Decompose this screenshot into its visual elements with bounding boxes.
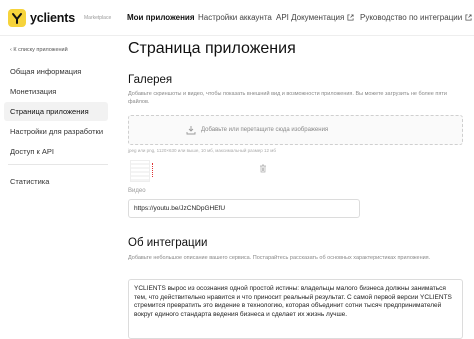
about-description: Добавьте небольшое описание вашего серви… xyxy=(128,255,431,261)
back-to-apps-link[interactable]: ‹ К списку приложений xyxy=(10,47,68,53)
sidebar-item-api-access[interactable]: Доступ к API xyxy=(4,142,108,161)
about-heading: Об интеграции xyxy=(128,237,208,249)
sidebar-item-dev-settings[interactable]: Настройки для разработки xyxy=(4,122,108,141)
external-link-icon xyxy=(347,14,354,21)
brand-name: yclients xyxy=(30,11,75,25)
gallery-description: Добавьте скриншоты и видео, чтобы показа… xyxy=(128,91,447,105)
thumbnail-marker xyxy=(152,163,158,177)
trash-icon[interactable] xyxy=(259,164,267,173)
gallery-heading: Галерея xyxy=(128,74,173,86)
sidebar-item-monetization[interactable]: Монетизация xyxy=(4,82,108,101)
gallery-thumbnail[interactable] xyxy=(130,160,150,182)
upload-hint: jpeg или png, 1120×630 или выше, 10 мб, … xyxy=(128,148,276,153)
top-bar: yclients Marketplace Мои приложения Наст… xyxy=(0,0,474,36)
yclients-logo[interactable] xyxy=(8,9,26,27)
upload-icon xyxy=(186,126,196,135)
sidebar: ‹ К списку приложений Общая информация М… xyxy=(0,36,113,339)
sidebar-item-statistics[interactable]: Статистика xyxy=(4,172,108,191)
image-dropzone[interactable]: Добавьте или перетащите сюда изображения xyxy=(128,115,463,145)
nav-integration-guide[interactable]: Руководство по интеграции xyxy=(360,13,472,22)
about-textarea[interactable]: YCLIENTS вырос из осознания одной просто… xyxy=(128,279,463,339)
nav-my-apps[interactable]: Мои приложения xyxy=(127,13,195,22)
page-title: Страница приложения xyxy=(128,40,296,57)
chevron-left-icon: ‹ xyxy=(10,47,12,53)
logo-mark-icon xyxy=(12,13,22,24)
external-link-icon xyxy=(465,14,472,21)
sidebar-divider xyxy=(8,164,108,165)
sidebar-item-app-page[interactable]: Страница приложения xyxy=(4,102,108,121)
nav-api-docs[interactable]: API Документация xyxy=(276,13,354,22)
sidebar-item-general-info[interactable]: Общая информация xyxy=(4,62,108,81)
main-content: Страница приложения Галерея Добавьте скр… xyxy=(113,36,474,339)
nav-account-settings[interactable]: Настройки аккаунта xyxy=(198,13,272,22)
video-url-input[interactable] xyxy=(128,199,360,218)
brand-subtitle: Marketplace xyxy=(84,15,112,21)
dropzone-label: Добавьте или перетащите сюда изображения xyxy=(201,127,329,133)
video-label: Видео xyxy=(128,188,146,194)
